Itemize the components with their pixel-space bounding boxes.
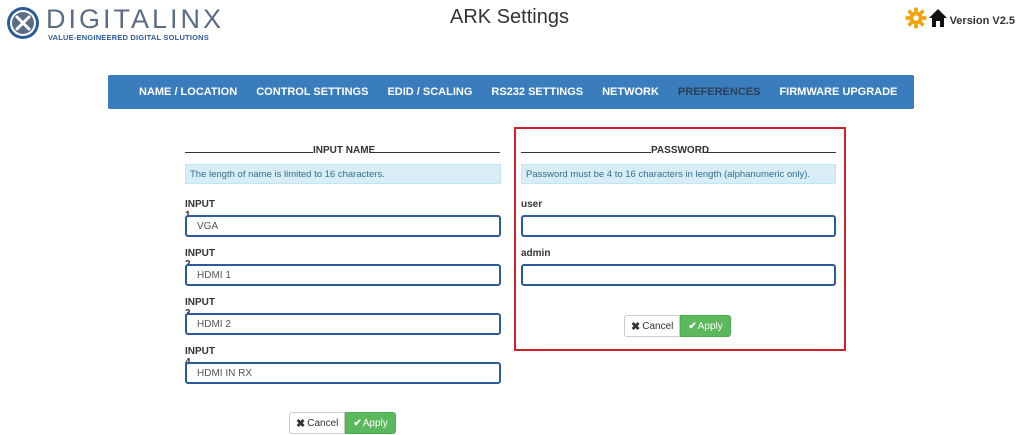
input-name-cancel-button[interactable]: ✖ Cancel [289,412,346,434]
header-actions: Version V2.5 [905,4,1015,32]
check-icon: ✔ [353,417,362,429]
settings-nav: NAME / LOCATION CONTROL SETTINGS EDID / … [108,75,914,109]
tab-rs232-settings[interactable]: RS232 SETTINGS [491,86,583,98]
cancel-label: Cancel [642,320,674,332]
tab-preferences[interactable]: PREFERENCES [678,86,761,98]
apply-label: Apply [362,417,388,429]
tab-name-location[interactable]: NAME / LOCATION [139,86,237,98]
close-icon: ✖ [631,320,641,333]
password-apply-button[interactable]: ✔ Apply [680,315,731,337]
apply-label: Apply [697,320,723,332]
check-icon: ✔ [688,320,697,332]
user-password-field[interactable] [521,215,836,237]
brand-tagline: VALUE-ENGINEERED DIGITAL SOLUTIONS [48,33,209,42]
version-label: Version V2.5 [949,15,1015,27]
home-icon[interactable] [928,8,948,28]
user-label: user [521,199,543,210]
page-title: ARK Settings [450,6,569,28]
input-name-title: INPUT NAME [313,145,376,156]
tab-firmware-upgrade[interactable]: FIRMWARE UPGRADE [779,86,897,98]
cancel-label: Cancel [307,417,339,429]
input-3-field[interactable] [185,313,501,335]
gear-icon[interactable] [905,7,927,29]
tab-network[interactable]: NETWORK [602,86,659,98]
password-heading: PASSWORD [521,145,836,159]
password-title: PASSWORD [651,145,710,156]
input-4-field[interactable] [185,362,501,384]
input-1-field[interactable] [185,215,501,237]
input-name-info: The length of name is limited to 16 char… [185,164,501,184]
input-name-heading: INPUT NAME [185,145,500,159]
admin-password-field[interactable] [521,264,836,286]
password-info: Password must be 4 to 16 characters in l… [521,164,836,184]
tab-control-settings[interactable]: CONTROL SETTINGS [256,86,368,98]
password-cancel-button[interactable]: ✖ Cancel [624,315,681,337]
admin-label: admin [521,248,551,259]
close-icon: ✖ [296,417,306,430]
tab-edid-scaling[interactable]: EDID / SCALING [387,86,472,98]
password-actions: ✖ Cancel ✔ Apply [624,315,731,337]
input-name-actions: ✖ Cancel ✔ Apply [289,412,396,434]
input-name-apply-button[interactable]: ✔ Apply [345,412,396,434]
input-2-field[interactable] [185,264,501,286]
